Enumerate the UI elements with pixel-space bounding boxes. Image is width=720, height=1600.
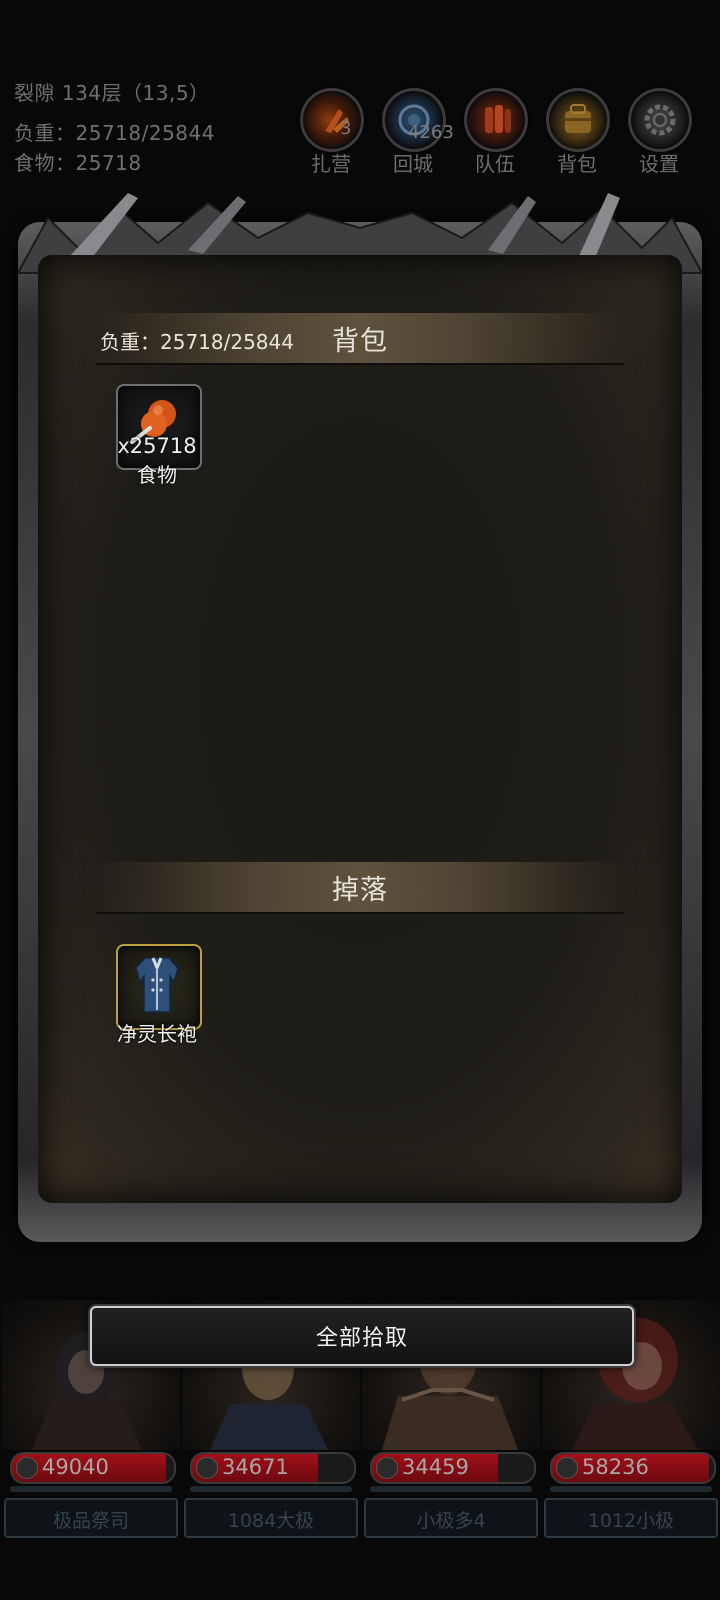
hero-hp-value: 34459: [402, 1455, 469, 1479]
pick-up-all-label: 全部拾取: [315, 1326, 408, 1351]
bag-title: 背包: [332, 326, 388, 357]
hero-hp-value: 49040: [42, 1455, 109, 1479]
hp-icon: [196, 1457, 218, 1479]
robe-name: 净灵长袍: [117, 1022, 197, 1046]
hero-name: 极品祭司: [52, 1510, 129, 1532]
hp-icon: [376, 1457, 398, 1479]
drop-section-header: 掉落: [96, 862, 624, 914]
hero-name: 1084大极: [227, 1510, 315, 1532]
food-count: x25718: [117, 434, 197, 458]
food-text: 食物：25718: [14, 151, 142, 175]
robe-armor-icon: [135, 957, 179, 1013]
hero-name: 1012小极: [587, 1510, 675, 1532]
pick-up-all-button[interactable]: 全部拾取: [90, 1306, 634, 1366]
game-screen: 裂隙 134层（13,5） 负重：25718/25844 食物：25718 3 …: [0, 0, 720, 1600]
return-city-count: 4263: [408, 122, 454, 143]
hero-hp-value: 58236: [582, 1455, 649, 1479]
hero-mana-bar: [190, 1486, 352, 1492]
bag-section-header: 负重：25718/25844 背包: [96, 313, 624, 365]
hero-hp-bar: 34671: [190, 1452, 356, 1484]
settings-label: 设置: [639, 152, 679, 176]
team-button[interactable]: 队伍: [464, 88, 528, 176]
hero-hp-bar: 49040: [10, 1452, 176, 1484]
food-name: 食物: [137, 463, 177, 487]
hero-name-box: 极品祭司: [4, 1498, 178, 1538]
location-text: 裂隙 134层（13,5）: [14, 81, 210, 105]
hero-mana-bar: [10, 1486, 172, 1492]
hero-name-box: 1012小极: [544, 1498, 718, 1538]
weight-text: 负重：25718/25844: [14, 121, 215, 145]
hero-mana-bar: [370, 1486, 532, 1492]
gear-icon: [628, 88, 692, 152]
backpack-button[interactable]: 背包: [546, 88, 610, 176]
camp-label: 扎营: [311, 152, 351, 176]
hero-name-box: 小极多4: [364, 1498, 538, 1538]
hero-hp-bar: 58236: [550, 1452, 716, 1484]
hp-icon: [16, 1457, 38, 1479]
hero-name: 小极多4: [416, 1510, 486, 1532]
campfire-icon: [300, 88, 364, 152]
hero-name-box: 1084大极: [184, 1498, 358, 1538]
hero-hp-value: 34671: [222, 1455, 289, 1479]
return-city-label: 回城: [393, 152, 433, 176]
team-label: 队伍: [475, 152, 515, 176]
camp-count: 3: [340, 118, 352, 139]
backpack-icon: [546, 88, 610, 152]
backpack-label: 背包: [557, 152, 597, 176]
drop-title: 掉落: [332, 875, 388, 906]
settings-button[interactable]: 设置: [628, 88, 692, 176]
camp-button[interactable]: 3 扎营: [300, 88, 364, 176]
team-icon: [464, 88, 528, 152]
return-city-button[interactable]: 4263 回城: [382, 88, 454, 176]
hero-hp-bar: 34459: [370, 1452, 536, 1484]
hero-mana-bar: [550, 1486, 712, 1492]
hp-icon: [556, 1457, 578, 1479]
